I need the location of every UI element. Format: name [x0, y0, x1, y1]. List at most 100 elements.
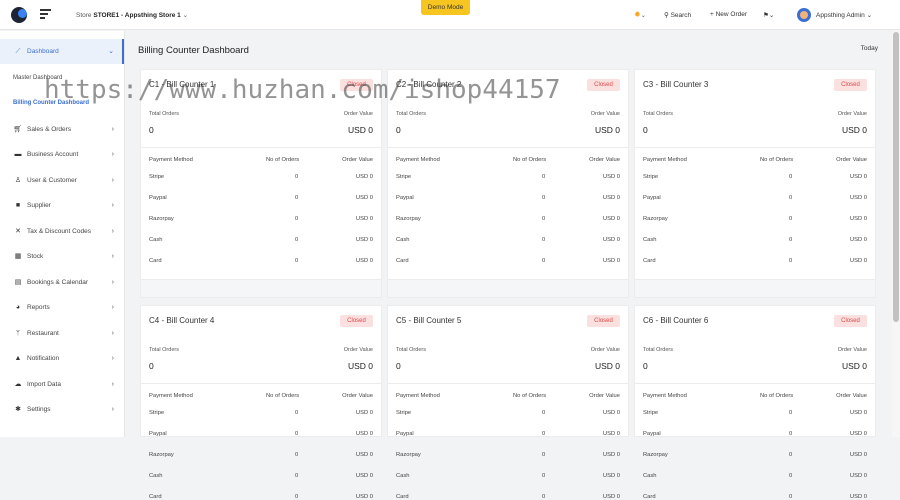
col-header-no-of-orders: No of Orders: [266, 393, 300, 399]
payment-method-name: Cash: [396, 473, 410, 479]
total-orders-label: Total Orders: [396, 111, 426, 117]
col-header-no-of-orders: No of Orders: [760, 157, 794, 163]
payment-method-name: Stripe: [643, 410, 659, 416]
payment-orders-count: 0: [789, 473, 793, 479]
sidebar-item-stock[interactable]: ▦ Stock ›: [0, 244, 124, 269]
divider: [635, 383, 875, 384]
col-header-no-of-orders: No of Orders: [513, 393, 547, 399]
sidebar-item-label: Settings: [27, 406, 51, 413]
order-value-amount: USD 0: [594, 361, 620, 371]
payment-order-value: USD 0: [355, 216, 373, 222]
sidebar-sub-master-dashboard[interactable]: Master Dashboard: [13, 75, 62, 81]
date-range-selector[interactable]: Today: [861, 45, 878, 52]
utensils-icon: ᛘ: [15, 330, 21, 337]
payment-orders-count: 0: [542, 473, 546, 479]
bell-icon: ▲: [14, 355, 22, 362]
flag-language-icon[interactable]: ⚑⌄: [763, 11, 774, 19]
search-icon: ⚲: [664, 12, 669, 19]
sidebar-sub-billing-counter-dashboard[interactable]: Billing Counter Dashboard: [13, 100, 89, 106]
sidebar-item-restaurant[interactable]: ᛘ Restaurant ›: [0, 321, 124, 346]
payment-order-value: USD 0: [602, 237, 620, 243]
theme-sun-icon[interactable]: ✹⌄: [634, 10, 646, 19]
total-orders-label: Total Orders: [149, 347, 179, 353]
col-header-payment-method: Payment Method: [149, 157, 193, 163]
sidebar-item-label: Reports: [27, 304, 50, 311]
page-scrollbar[interactable]: [892, 30, 900, 437]
col-header-no-of-orders: No of Orders: [266, 157, 300, 163]
avatar[interactable]: [797, 8, 811, 22]
status-badge: Closed: [834, 79, 867, 91]
payment-method-name: Card: [396, 258, 409, 264]
sidebar-item-label: Business Account: [27, 151, 79, 158]
payment-method-name: Stripe: [396, 410, 412, 416]
payment-method-name: Card: [149, 494, 162, 500]
divider: [635, 147, 875, 148]
order-value-amount: USD 0: [594, 125, 620, 135]
sidebar-item-business-account[interactable]: ▬ Business Account ›: [0, 142, 124, 167]
store-selector[interactable]: Store STORE1 - Appsthing Store 1 ⌄: [76, 11, 188, 19]
payment-order-value: USD 0: [355, 473, 373, 479]
col-header-no-of-orders: No of Orders: [760, 393, 794, 399]
order-value-amount: USD 0: [841, 125, 867, 135]
payment-orders-count: 0: [542, 237, 546, 243]
sidebar-item-bookings-calendar[interactable]: ▤ Bookings & Calendar ›: [0, 270, 124, 295]
payment-method-name: Paypal: [643, 195, 661, 201]
total-orders-label: Total Orders: [149, 111, 179, 117]
col-header-payment-method: Payment Method: [643, 393, 687, 399]
menu-toggle-icon[interactable]: [40, 9, 51, 20]
divider: [388, 383, 628, 384]
sidebar-item-notification[interactable]: ▲ Notification ›: [0, 346, 124, 371]
app-logo[interactable]: [11, 7, 27, 23]
cart-icon: 🛒︎: [13, 126, 23, 133]
sidebar-item-supplier[interactable]: ■ Supplier ›: [0, 193, 124, 218]
payment-method-name: Cash: [396, 237, 410, 243]
payment-orders-count: 0: [542, 174, 546, 180]
sidebar-item-reports[interactable]: ◕ Reports ›: [0, 295, 124, 320]
counter-card: C3 - Bill Counter 3 Closed Total Orders Ord…: [634, 69, 876, 298]
order-value-amount: USD 0: [841, 361, 867, 371]
calendar-icon: ▤: [14, 279, 22, 286]
payment-orders-count: 0: [789, 431, 793, 437]
payment-orders-count: 0: [295, 473, 299, 479]
payment-orders-count: 0: [542, 216, 546, 222]
payment-method-name: Cash: [643, 473, 657, 479]
total-orders-label: Total Orders: [643, 347, 673, 353]
search-button[interactable]: ⚲ Search: [664, 11, 691, 19]
sidebar-item-label: Stock: [27, 253, 44, 260]
payment-method-name: Paypal: [149, 431, 167, 437]
status-badge: Closed: [340, 315, 373, 327]
card-footer: [388, 279, 628, 297]
sidebar-item-sales-orders[interactable]: 🛒︎ Sales & Orders ›: [0, 117, 124, 142]
payment-order-value: USD 0: [602, 258, 620, 264]
payment-method-name: Paypal: [149, 195, 167, 201]
sidebar-item-label: Supplier: [27, 202, 51, 209]
counter-card: C2 - Bill Counter 2 Closed Total Orders Ord…: [387, 69, 629, 298]
total-orders-label: Total Orders: [396, 347, 426, 353]
col-header-payment-method: Payment Method: [396, 157, 440, 163]
payment-orders-count: 0: [789, 258, 793, 264]
order-value-label: Order Value: [343, 111, 373, 117]
payment-order-value: USD 0: [849, 174, 867, 180]
payment-order-value: USD 0: [602, 452, 620, 458]
payment-orders-count: 0: [789, 195, 793, 201]
payment-method-name: Paypal: [396, 195, 414, 201]
status-badge: Closed: [587, 79, 620, 91]
user-menu[interactable]: Appsthing Admin ⌄: [816, 11, 872, 19]
sidebar-item-user-customer[interactable]: ♙ User & Customer ›: [0, 168, 124, 193]
chevron-right-icon: ›: [111, 304, 114, 311]
sidebar-item-settings[interactable]: ✱ Settings ›: [0, 397, 124, 422]
sidebar-item-label: Bookings & Calendar: [27, 279, 89, 286]
chevron-right-icon: ›: [111, 406, 114, 413]
payment-method-name: Razorpay: [149, 452, 174, 458]
sidebar-item-tax-discount[interactable]: ✕ Tax & Discount Codes ›: [0, 219, 124, 244]
counter-card: C6 - Bill Counter 6 Closed Total Orders Ord…: [634, 305, 876, 500]
counter-title: C5 - Bill Counter 5: [396, 316, 462, 325]
new-order-button[interactable]: + New Order: [710, 11, 747, 18]
payment-method-name: Card: [396, 494, 409, 500]
sidebar-item-import-data[interactable]: ☁ Import Data ›: [0, 372, 124, 397]
payment-order-value: USD 0: [849, 473, 867, 479]
user-name: Appsthing Admin: [816, 12, 865, 19]
payment-order-value: USD 0: [849, 431, 867, 437]
sidebar-item-dashboard[interactable]: ⟋ Dashboard ⌄: [0, 39, 124, 64]
payment-order-value: USD 0: [849, 258, 867, 264]
